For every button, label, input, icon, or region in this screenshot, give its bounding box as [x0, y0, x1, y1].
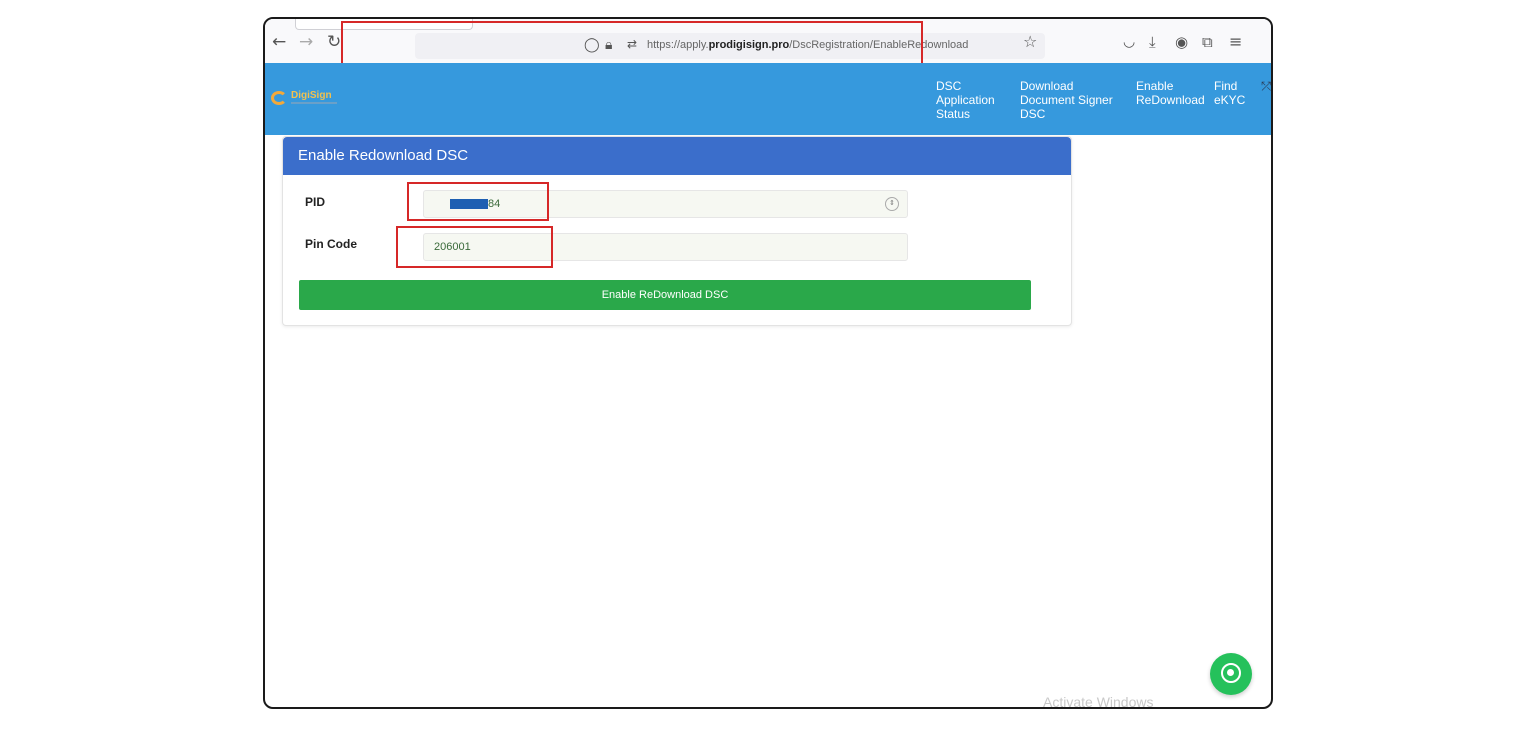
account-icon[interactable]: ◉ [1175, 33, 1188, 51]
logo-mark-icon [271, 91, 287, 105]
menu-icon[interactable]: ≡ [1229, 33, 1242, 51]
site-header: DigiSign DSC Application Status Download… [265, 63, 1271, 135]
pincode-highlight-box [396, 226, 553, 268]
pid-highlight-box [407, 182, 549, 221]
logo-tagline [291, 102, 337, 104]
site-logo[interactable]: DigiSign [271, 89, 371, 111]
logo-text: DigiSign [291, 90, 332, 101]
nav-overflow-icon[interactable]: ⤱ [1261, 79, 1271, 94]
nav-enable-redownload[interactable]: Enable ReDownload [1136, 79, 1205, 107]
download-icon[interactable]: ⤓ [1149, 33, 1156, 51]
nav-dsc-application-status[interactable]: DSC Application Status [936, 79, 995, 121]
url-highlight-box [341, 21, 923, 66]
enable-redownload-button[interactable]: Enable ReDownload DSC [299, 280, 1031, 310]
reload-icon[interactable]: ↻ [327, 33, 341, 51]
activate-windows-watermark: Activate Windows [1043, 694, 1154, 709]
pocket-icon[interactable]: ◡ [1123, 33, 1135, 51]
back-icon[interactable]: ← [272, 33, 286, 51]
bookmark-star-icon[interactable]: ☆ [1023, 33, 1037, 51]
pincode-label: Pin Code [305, 237, 358, 251]
nav-download-document-signer-dsc[interactable]: Download Document Signer DSC [1020, 79, 1113, 121]
whatsapp-button[interactable] [1210, 653, 1252, 695]
extensions-icon[interactable]: ⧉ [1202, 33, 1213, 51]
pid-label: PID [305, 195, 326, 209]
browser-window: ← → ↻ ◯ 🔒︎ ⇄ https://apply.prodigisign.p… [263, 17, 1273, 709]
card-title: Enable Redownload DSC [283, 137, 1071, 175]
forward-icon[interactable]: → [299, 33, 313, 51]
nav-find-ekyc[interactable]: Find eKYC [1214, 79, 1245, 107]
spinner-icon[interactable]: ⇕ [885, 197, 899, 211]
